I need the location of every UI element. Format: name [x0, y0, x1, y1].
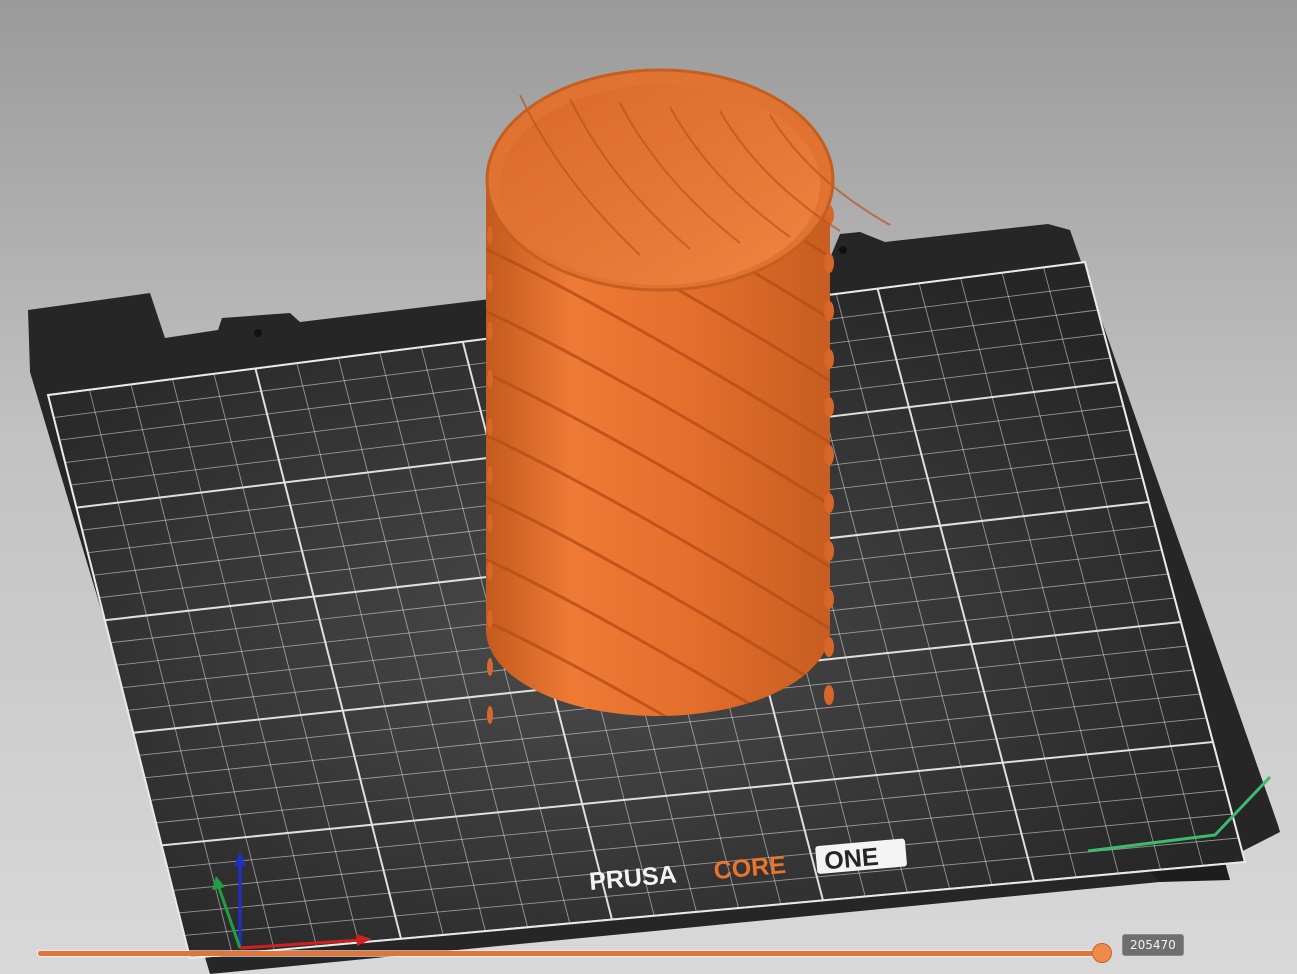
edge-ridge: [487, 658, 493, 676]
edge-ridge: [824, 349, 834, 369]
edge-ridge: [824, 685, 834, 705]
spiral-rib: [470, 0, 845, 80]
edge-ridge: [824, 493, 834, 513]
edge-ridge: [487, 466, 493, 484]
edge-ridge: [487, 322, 493, 340]
edge-ridge: [487, 514, 493, 532]
edge-ridge: [824, 589, 834, 609]
edge-ridge: [487, 610, 493, 628]
edge-ridge: [824, 397, 834, 417]
slider-fill: [38, 951, 1108, 956]
slider-value-label: 205470: [1122, 934, 1184, 956]
edge-ridge: [487, 370, 493, 388]
3d-viewport[interactable]: PRUSA CORE ONE: [0, 0, 1297, 974]
edge-ridge: [487, 274, 493, 292]
slider-thumb[interactable]: [1092, 943, 1112, 963]
slider-track[interactable]: [38, 951, 1108, 956]
edge-ridge: [487, 418, 493, 436]
edge-ridge: [824, 445, 834, 465]
spiral-rib: [470, 0, 845, 18]
edge-ridge: [824, 253, 834, 273]
edge-ridge: [487, 226, 493, 244]
edge-ridge: [487, 706, 493, 724]
edge-ridge: [824, 637, 834, 657]
edge-ridge: [824, 541, 834, 561]
scene: PRUSA CORE ONE: [28, 0, 1280, 974]
edge-ridge: [487, 562, 493, 580]
edge-ridge: [824, 301, 834, 321]
logo-word-one: ONE: [823, 843, 879, 876]
